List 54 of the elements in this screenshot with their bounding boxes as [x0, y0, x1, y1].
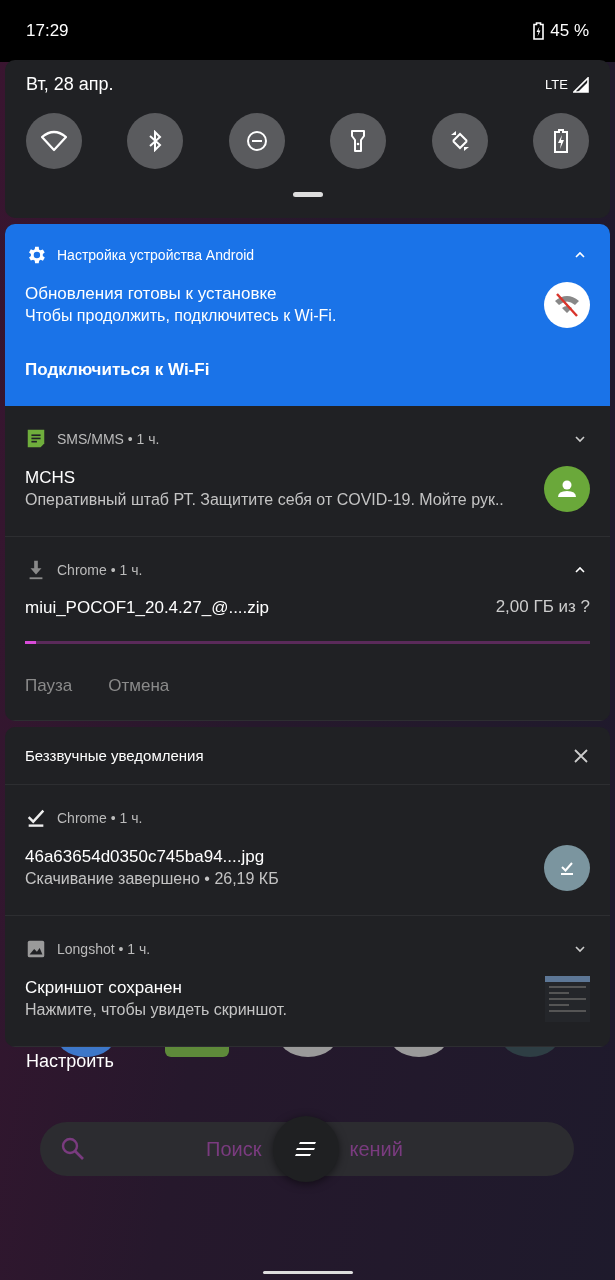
screenshot-thumbnail — [545, 976, 590, 1022]
notification-card[interactable]: SMS/MMS • 1 ч. MCHS Оперативный штаб РТ. Защитите себя от COVID-19. Мойте рук.. — [5, 406, 610, 537]
app-name: Chrome • 1 ч. — [57, 562, 144, 578]
lines-icon — [294, 1141, 318, 1157]
app-name: Longshot • 1 ч. — [57, 941, 152, 957]
search-icon — [60, 1136, 86, 1162]
quick-setting-tile[interactable] — [26, 113, 82, 169]
battery-percent: 45 % — [550, 21, 589, 41]
network-type: LTE — [545, 77, 568, 92]
notification-card[interactable]: Chrome • 1 ч. miui_POCOF1_20.4.27_@....zip 2,00 ГБ из ? Пауза Отмена — [5, 537, 610, 721]
notification-text: Оперативный штаб РТ. Защитите себя от COVID-19. Мойте рук.. — [25, 490, 505, 510]
contact-avatar — [544, 466, 590, 512]
action-button[interactable]: Подключиться к Wi-Fi — [25, 360, 210, 380]
notification-text: Скачивание завершено • 26,19 КБ — [25, 869, 280, 889]
close-icon[interactable] — [574, 748, 588, 763]
battery-charging-icon — [533, 22, 545, 40]
flashlight-icon — [350, 129, 367, 153]
placeholder-text: кений — [349, 1137, 403, 1161]
download-done-icon — [25, 807, 47, 829]
notification-card[interactable]: Настройка устройства Android Обновления готовы к установке Чтобы продолжить, подключитесь к Wi-Fi. Подключиться к Wi-Fi — [5, 224, 610, 406]
date: Вт, 28 апр. — [26, 74, 114, 95]
app-name: Настройка устройства Android — [57, 247, 256, 263]
download-size: 2,00 ГБ из ? — [495, 597, 590, 618]
do-not-disturb-icon — [245, 130, 268, 152]
notification-title: Обновления готовы к установке — [25, 283, 278, 305]
download-done-icon — [544, 845, 590, 891]
section-header: Беззвучные уведомления — [25, 747, 204, 764]
action-button[interactable]: Пауза — [25, 676, 73, 696]
expand-chevron-icon[interactable] — [574, 435, 586, 443]
expand-chevron-icon[interactable] — [574, 945, 586, 953]
notification-card[interactable]: Longshot • 1 ч. Скриншот сохранен Нажмите, чтобы увидеть скриншот. — [5, 916, 610, 1047]
manage-notifications-button[interactable] — [273, 1116, 339, 1182]
notification-title: Скриншот сохранен — [25, 977, 183, 999]
notification-text: Нажмите, чтобы увидеть скриншот. — [25, 1000, 288, 1020]
notification-title: 46a63654d0350c745ba94....jpg — [25, 846, 266, 868]
notification-text: Чтобы продолжить, подключитесь к Wi-Fi. — [25, 306, 338, 326]
wifi-icon — [41, 130, 67, 152]
signal-icon — [573, 76, 589, 93]
customize-link[interactable]: Настроить — [0, 1051, 615, 1072]
clock: 17:29 — [26, 21, 69, 41]
battery-saver-icon — [552, 129, 569, 153]
wifi-off-icon — [544, 282, 590, 328]
placeholder-text: Поиск — [206, 1137, 262, 1161]
collapse-chevron-icon[interactable] — [574, 566, 586, 574]
notification-card[interactable]: Chrome • 1 ч. 46a63654d0350c745ba94....jpg Скачивание завершено • 26,19 КБ — [5, 785, 610, 916]
drag-handle[interactable] — [292, 192, 323, 197]
app-name: SMS/MMS • 1 ч. — [57, 431, 161, 447]
notification-title: MCHS — [25, 467, 77, 489]
app-name: Chrome • 1 ч. — [57, 810, 144, 826]
message-icon — [25, 428, 47, 450]
bluetooth-icon — [148, 130, 163, 152]
action-button[interactable]: Отмена — [108, 676, 170, 696]
notification-title: miui_POCOF1_20.4.27_@....zip — [25, 597, 270, 619]
image-icon — [25, 938, 47, 960]
